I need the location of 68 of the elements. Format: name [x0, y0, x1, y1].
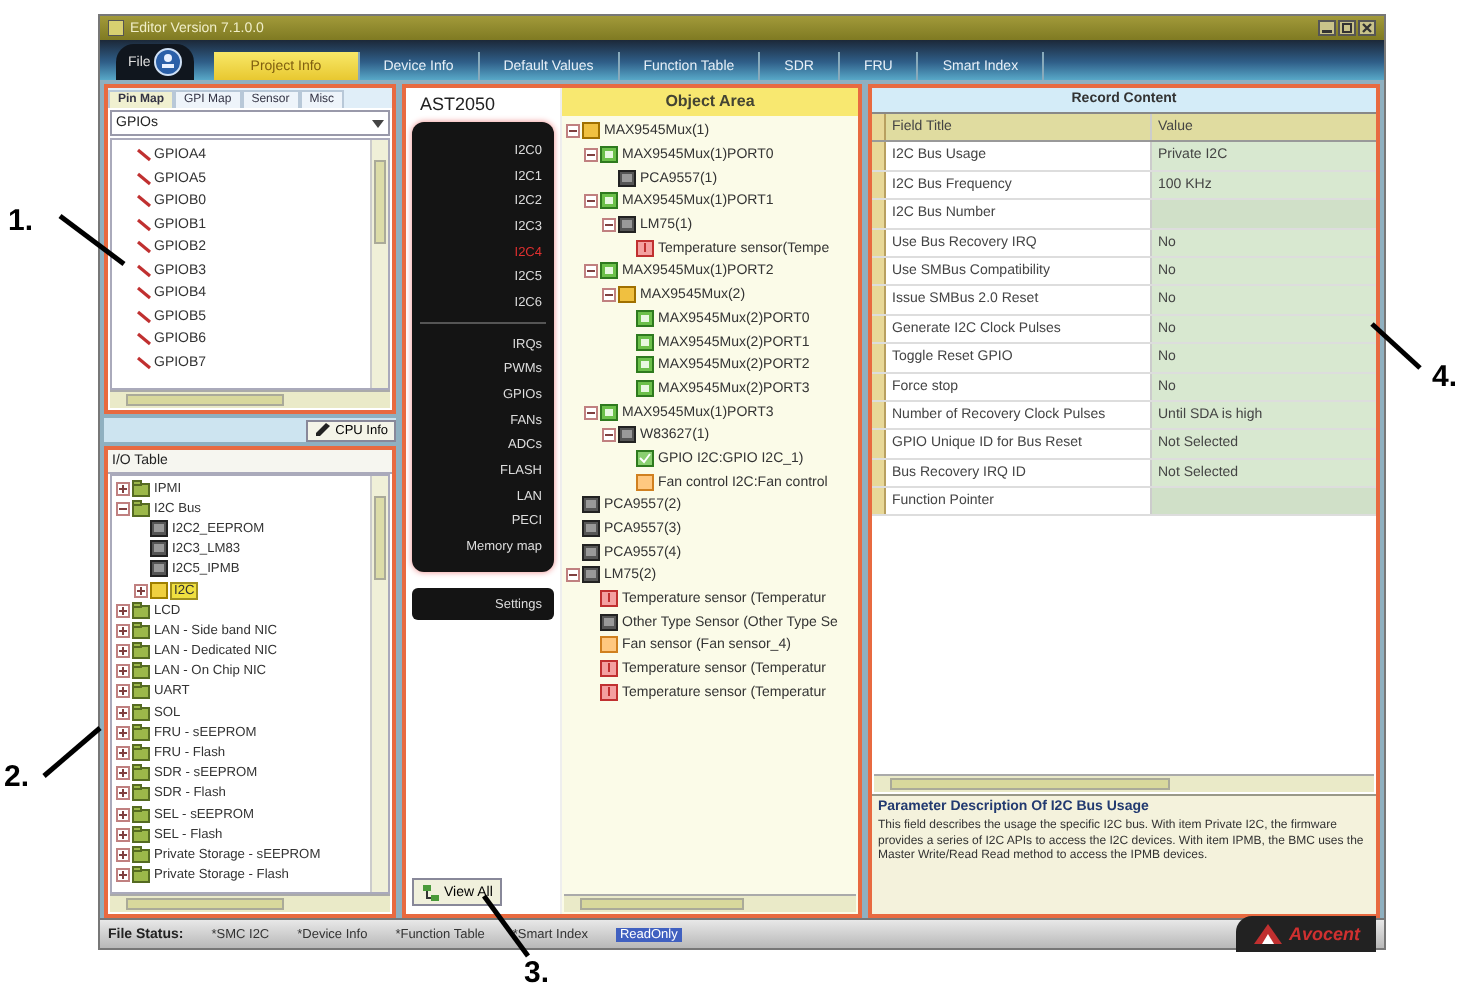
folder-icon	[132, 499, 150, 518]
folder-icon	[132, 784, 150, 803]
folder-icon	[132, 662, 150, 681]
close-icon	[1358, 20, 1376, 36]
pin-icon	[136, 240, 152, 255]
scrollbar[interactable]	[370, 476, 388, 892]
thermometer-icon	[600, 660, 618, 679]
folder-icon	[132, 764, 150, 783]
row-header[interactable]	[872, 488, 886, 515]
leader-line	[56, 212, 128, 268]
folder-icon	[132, 805, 150, 824]
panel-title: Object Area	[562, 88, 858, 116]
pin-icon	[136, 148, 152, 163]
logo-mark-icon	[1252, 922, 1285, 946]
scrollbar[interactable]	[110, 894, 390, 912]
folder-icon	[132, 601, 150, 620]
folder-icon	[132, 825, 150, 844]
dropdown-arrow-icon	[372, 117, 384, 129]
scrollbar[interactable]	[370, 140, 388, 388]
row-header[interactable]	[872, 229, 886, 256]
folder-icon	[132, 479, 150, 498]
folder-icon	[132, 845, 150, 864]
row-header[interactable]	[872, 142, 886, 170]
pin-icon	[136, 309, 152, 324]
pin-icon	[136, 217, 152, 232]
folder-icon	[132, 642, 150, 661]
orb-icon	[154, 48, 183, 76]
callout-number: 3.	[524, 956, 550, 990]
row-header[interactable]	[872, 171, 886, 199]
row-header[interactable]	[872, 200, 886, 228]
pin-icon	[136, 286, 152, 301]
chip-title: AST2050	[418, 94, 498, 118]
maximize-icon	[1338, 20, 1356, 36]
folder-icon	[132, 621, 150, 640]
row-header[interactable]	[872, 286, 886, 314]
pin-icon	[136, 194, 152, 209]
scrollbar[interactable]	[874, 774, 1374, 792]
pencil-icon	[313, 422, 332, 438]
row-header[interactable]	[872, 344, 886, 372]
folder-icon	[132, 866, 150, 885]
scrollbar[interactable]	[110, 390, 390, 408]
folder-icon	[132, 703, 150, 722]
folder-icon	[150, 581, 168, 600]
thermometer-icon	[600, 590, 618, 609]
pin-icon	[136, 355, 152, 370]
logo: Avocent	[1236, 916, 1376, 952]
app-icon	[108, 20, 124, 36]
row-header[interactable]	[872, 401, 886, 429]
thermometer-icon	[636, 239, 654, 258]
callout-number: 1.	[8, 204, 34, 238]
minimize-icon	[1318, 20, 1336, 36]
row-header[interactable]	[872, 257, 886, 285]
check-icon	[636, 449, 654, 468]
row-header[interactable]	[872, 430, 886, 458]
thermometer-icon	[600, 683, 618, 702]
tree-icon	[422, 883, 440, 901]
pin-icon	[136, 332, 152, 347]
scrollbar[interactable]	[564, 894, 856, 912]
folder-icon	[132, 744, 150, 763]
pin-icon	[136, 171, 152, 186]
callout-number: 4.	[1432, 360, 1458, 394]
folder-icon	[132, 682, 150, 701]
row-header[interactable]	[872, 373, 886, 400]
row-header[interactable]	[872, 315, 886, 343]
pin-icon	[136, 263, 152, 278]
folder-icon	[132, 723, 150, 742]
row-header[interactable]	[872, 459, 886, 487]
callout-number: 2.	[4, 760, 30, 794]
